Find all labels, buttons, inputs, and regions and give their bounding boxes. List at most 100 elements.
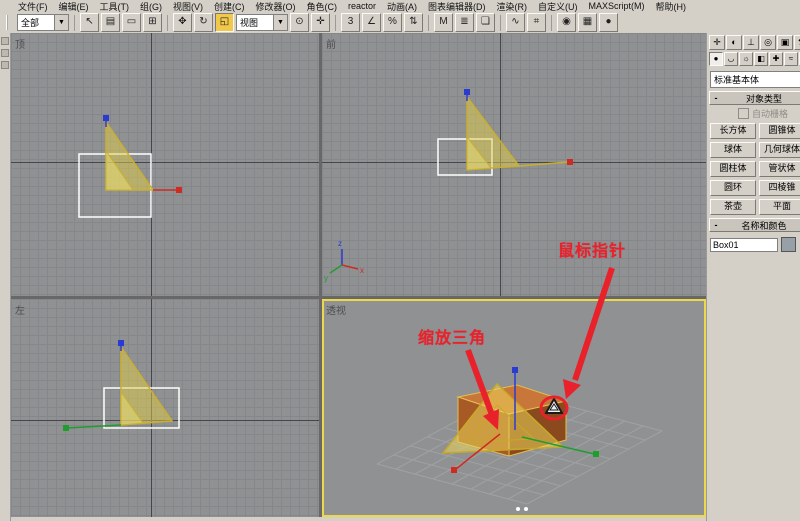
select-and-move-icon[interactable]: ✥ (173, 13, 192, 32)
mirror-icon[interactable]: M (434, 13, 453, 32)
angle-snap-icon[interactable]: ∠ (362, 13, 381, 32)
pyramid-button[interactable]: 四棱锥 (759, 180, 800, 196)
tripod-y-label: y (324, 274, 328, 283)
gizmo-y-handle[interactable] (593, 451, 599, 457)
tab-modify-icon[interactable]: ◐ (726, 35, 742, 50)
object-color-swatch[interactable] (781, 237, 796, 252)
cylinder-button[interactable]: 圆柱体 (710, 161, 756, 177)
gizmo-y-handle[interactable] (103, 115, 109, 121)
percent-snap-icon[interactable]: % (383, 13, 402, 32)
viewport-front-label[interactable]: 前 (326, 36, 336, 51)
select-by-name-icon[interactable]: ▤ (101, 13, 120, 32)
select-and-manipulate-icon[interactable]: ✛ (311, 13, 330, 32)
use-pivot-center-icon[interactable]: ⊙ (290, 13, 309, 32)
tab-utilities-icon[interactable]: ⚒ (794, 35, 800, 50)
left-dock-strip (0, 33, 11, 521)
collapse-icon[interactable]: - (710, 220, 722, 230)
name-color-rollout[interactable]: - 名称和颜色 (709, 218, 800, 232)
viewport-perspective[interactable]: 透视 (322, 299, 706, 517)
object-name-field[interactable] (710, 237, 778, 252)
toolbar-separator (551, 14, 552, 31)
category-shapes-icon[interactable]: ◡ (724, 52, 738, 66)
autogrid-checkbox[interactable] (737, 108, 749, 119)
menu-rendering[interactable]: 渲染(R) (497, 0, 528, 12)
geosphere-button[interactable]: 几何球体 (759, 142, 800, 158)
menu-graph-editors[interactable]: 图表编辑器(D) (428, 0, 486, 12)
viewport-front[interactable]: 前 z x y (322, 33, 706, 296)
chevron-down-icon[interactable]: ▼ (273, 15, 287, 30)
category-helpers-icon[interactable]: ✚ (769, 52, 783, 66)
gizmo-x-handle[interactable] (451, 467, 457, 473)
window-crossing-icon[interactable]: ⊞ (143, 13, 162, 32)
tab-motion-icon[interactable]: ◎ (760, 35, 776, 50)
tab-create-icon[interactable]: ✛ (709, 35, 725, 50)
tab-hierarchy-icon[interactable]: ⊥ (743, 35, 759, 50)
selection-filter-value: 全部 (21, 18, 40, 28)
object-type-rollout[interactable]: - 对象类型 (709, 91, 800, 105)
cone-button[interactable]: 圆锥体 (759, 123, 800, 139)
quick-render-icon[interactable]: ● (599, 13, 618, 32)
primitive-type-dropdown[interactable]: 标准基本体 ▼ (710, 71, 800, 88)
chevron-down-icon[interactable]: ▼ (54, 15, 68, 30)
viewport-top[interactable]: 顶 (11, 33, 319, 296)
viewport-left-canvas (63, 340, 180, 431)
menu-views[interactable]: 视图(V) (173, 0, 203, 12)
menu-animation[interactable]: 动画(A) (387, 0, 417, 12)
plane-button[interactable]: 平面 (759, 199, 800, 215)
viewport-perspective-label[interactable]: 透视 (326, 302, 346, 317)
gizmo-x-axis[interactable] (518, 161, 569, 167)
dock-handle-icon[interactable] (1, 61, 9, 69)
category-geometry-icon[interactable]: ● (709, 52, 723, 66)
menu-file[interactable]: 文件(F) (18, 0, 48, 12)
gizmo-x-handle[interactable] (176, 187, 182, 193)
render-setup-icon[interactable]: ▦ (578, 13, 597, 32)
schematic-view-icon[interactable]: ⌗ (527, 13, 546, 32)
gizmo-z-handle[interactable] (464, 89, 470, 95)
menu-help[interactable]: 帮助(H) (656, 0, 687, 12)
viewport-dot (516, 507, 520, 511)
torus-button[interactable]: 圆环 (710, 180, 756, 196)
menu-tools[interactable]: 工具(T) (100, 0, 130, 12)
gizmo-z-handle[interactable] (512, 367, 518, 373)
rect-selection-region-icon[interactable]: ▭ (122, 13, 141, 32)
menu-character[interactable]: 角色(C) (307, 0, 338, 12)
menu-create[interactable]: 创建(C) (214, 0, 245, 12)
spinner-snap-icon[interactable]: ⇅ (404, 13, 423, 32)
reference-coordinate-dropdown[interactable]: 视图 ▼ (236, 14, 288, 31)
select-and-scale-icon[interactable]: ◱ (215, 13, 234, 32)
sphere-button[interactable]: 球体 (710, 142, 756, 158)
toolbar-grip-handle[interactable] (6, 15, 11, 30)
menu-maxscript[interactable]: MAXScript(M) (589, 1, 645, 11)
viewport-top-label[interactable]: 顶 (15, 36, 25, 51)
curve-editor-icon[interactable]: ∿ (506, 13, 525, 32)
box-button[interactable]: 长方体 (710, 123, 756, 139)
menu-group[interactable]: 组(G) (140, 0, 162, 12)
menu-reactor[interactable]: reactor (348, 1, 376, 11)
named-selection-icon[interactable]: ❏ (476, 13, 495, 32)
material-editor-icon[interactable]: ◉ (557, 13, 576, 32)
dock-handle-icon[interactable] (1, 37, 9, 45)
toolbar-separator (500, 14, 501, 31)
category-cameras-icon[interactable]: ◧ (754, 52, 768, 66)
viewport-left-label[interactable]: 左 (15, 302, 25, 317)
gizmo-z-handle[interactable] (118, 340, 124, 346)
menu-edit[interactable]: 编辑(E) (59, 0, 89, 12)
category-lights-icon[interactable]: ☼ (739, 52, 753, 66)
gizmo-x-handle[interactable] (567, 159, 573, 165)
dock-handle-icon[interactable] (1, 49, 9, 57)
tube-button[interactable]: 管状体 (759, 161, 800, 177)
gizmo-y-handle[interactable] (63, 425, 69, 431)
create-categories: ● ◡ ☼ ◧ ✚ ≈ ⚙ (707, 51, 800, 69)
collapse-icon[interactable]: - (710, 93, 722, 103)
align-icon[interactable]: ≣ (455, 13, 474, 32)
tab-display-icon[interactable]: ▣ (777, 35, 793, 50)
menu-modifiers[interactable]: 修改器(O) (256, 0, 296, 12)
select-object-icon[interactable]: ↖ (80, 13, 99, 32)
viewport-left[interactable]: 左 (11, 299, 319, 517)
selection-filter-dropdown[interactable]: 全部 ▼ (17, 14, 69, 31)
category-spacewarps-icon[interactable]: ≈ (784, 52, 798, 66)
select-and-rotate-icon[interactable]: ↻ (194, 13, 213, 32)
teapot-button[interactable]: 茶壶 (710, 199, 756, 215)
snap-toggle-icon[interactable]: 3 (341, 13, 360, 32)
menu-customize[interactable]: 自定义(U) (538, 0, 578, 12)
